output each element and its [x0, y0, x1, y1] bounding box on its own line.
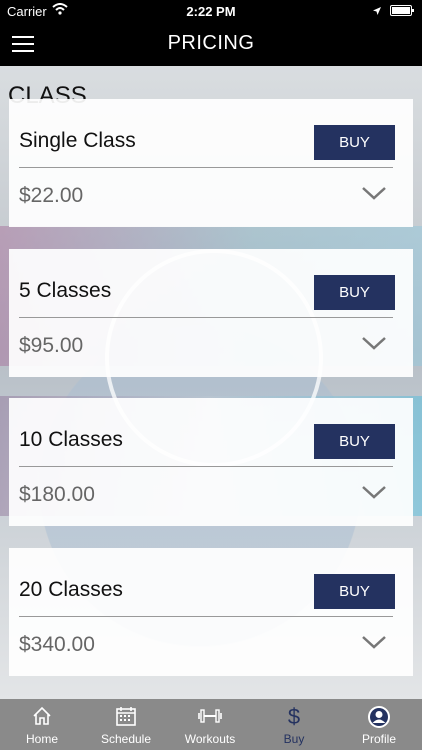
tab-schedule[interactable]: Schedule: [84, 699, 168, 750]
divider: [19, 616, 393, 617]
pricing-card-10-classes: 10 Classes BUY $180.00: [9, 398, 413, 526]
chevron-down-icon[interactable]: [361, 634, 387, 650]
card-name: 20 Classes: [19, 578, 123, 601]
tab-buy[interactable]: $ Buy: [252, 699, 336, 750]
battery-icon: [390, 5, 414, 16]
tab-label: Profile: [361, 732, 396, 746]
divider: [19, 167, 393, 168]
card-name: 10 Classes: [19, 428, 123, 451]
home-icon: [0, 705, 84, 729]
card-name: Single Class: [19, 129, 136, 152]
tab-workouts[interactable]: Workouts: [168, 699, 252, 750]
tab-label: Buy: [283, 732, 305, 746]
tab-label: Schedule: [100, 732, 152, 746]
nav-bar: PRICING: [0, 22, 422, 66]
divider: [19, 317, 393, 318]
location-arrow-icon: [372, 4, 382, 19]
buy-button[interactable]: BUY: [314, 275, 395, 310]
calendar-icon: [84, 705, 168, 729]
page-title: PRICING: [167, 32, 255, 54]
buy-button[interactable]: BUY: [314, 574, 395, 609]
status-bar: Carrier 2:22 PM: [0, 0, 422, 22]
dollar-icon: $: [287, 704, 301, 729]
buy-button[interactable]: BUY: [314, 424, 395, 459]
dumbbell-icon: [168, 705, 252, 729]
chevron-down-icon[interactable]: [361, 185, 387, 201]
status-time: 2:22 PM: [186, 4, 236, 19]
card-price: $22.00: [19, 184, 84, 207]
profile-icon: [336, 705, 422, 729]
chevron-down-icon[interactable]: [361, 484, 387, 500]
card-price: $95.00: [19, 334, 84, 357]
pricing-card-5-classes: 5 Classes BUY $95.00: [9, 249, 413, 377]
tab-home[interactable]: Home: [0, 699, 84, 750]
chevron-down-icon[interactable]: [361, 335, 387, 351]
card-price: $340.00: [19, 633, 95, 656]
pricing-content[interactable]: CLASS Single Class BUY $22.00 5 Classes …: [0, 66, 422, 699]
buy-button[interactable]: BUY: [314, 125, 395, 160]
tab-label: Home: [25, 732, 58, 746]
tab-label: Workouts: [184, 732, 236, 746]
pricing-card-20-classes: 20 Classes BUY $340.00: [9, 548, 413, 676]
tab-profile[interactable]: Profile: [336, 699, 422, 750]
divider: [19, 466, 393, 467]
pricing-card-single-class: Single Class BUY $22.00: [9, 99, 413, 227]
card-name: 5 Classes: [19, 279, 112, 302]
card-price: $180.00: [19, 483, 95, 506]
tab-bar: Home Schedule Workouts $ Buy Profile: [0, 699, 422, 750]
